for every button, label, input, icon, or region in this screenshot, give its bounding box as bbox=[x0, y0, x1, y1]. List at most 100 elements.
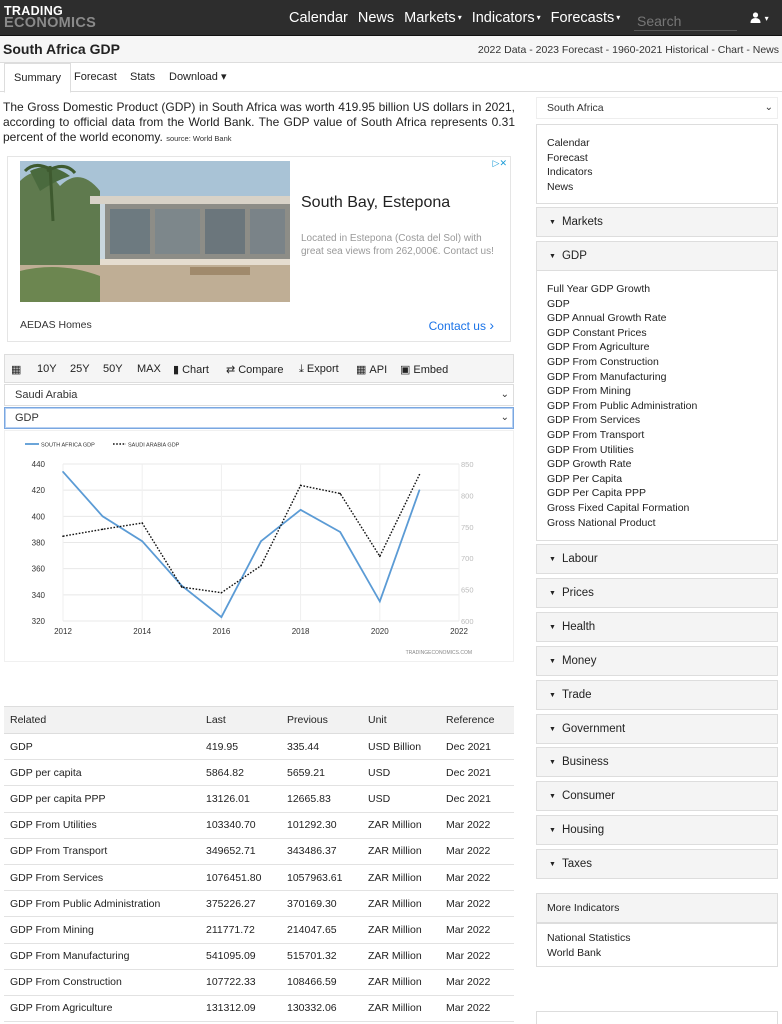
compare-button[interactable]: ⇄ Compare bbox=[226, 363, 283, 376]
sidebar-item-gross-national-product[interactable]: Gross National Product bbox=[537, 516, 777, 531]
gdp-chart[interactable]: 320 340 360 380 400 420 440 2012 2014 2016 2018 202… bbox=[4, 430, 514, 662]
nav-item-calendar[interactable]: Calendar bbox=[289, 10, 348, 26]
related-indicator-link[interactable]: GDP From Utilities bbox=[4, 812, 206, 839]
table-row[interactable]: GDP per capita 5864.82 5659.21 USD Dec 2021 bbox=[4, 759, 514, 787]
sidebar-category-government[interactable]: ▼ Government bbox=[536, 713, 778, 744]
sidebar-item-gdp-per-capita-ppp[interactable]: GDP Per Capita PPP bbox=[537, 486, 777, 501]
sidebar-category-money[interactable]: ▼ Money bbox=[536, 645, 778, 676]
more-link-world-bank[interactable]: World Bank bbox=[537, 946, 777, 961]
tab-download[interactable]: Download ▾ bbox=[160, 63, 236, 92]
table-row[interactable]: GDP per capita PPP 13126.01 12665.83 USD Dec… bbox=[4, 785, 514, 813]
sidebar-item-gdp-from-utilities[interactable]: GDP From Utilities bbox=[537, 443, 777, 458]
breadcrumb[interactable]: 2022 Data - 2023 Forecast - 1960-2021 Hi… bbox=[478, 44, 779, 56]
ad-title[interactable]: South Bay, Estepona bbox=[301, 194, 450, 212]
related-indicator-link[interactable]: GDP per capita bbox=[4, 759, 206, 787]
sidebar-link-indicators[interactable]: Indicators bbox=[537, 165, 777, 180]
related-indicator-link[interactable]: GDP bbox=[4, 733, 206, 761]
ad-image[interactable] bbox=[20, 161, 290, 302]
embed-button[interactable]: ▣ Embed bbox=[400, 363, 448, 376]
tab-summary[interactable]: Summary bbox=[4, 63, 72, 93]
calendar-icon[interactable]: ▦ bbox=[11, 363, 21, 376]
related-indicator-link[interactable]: GDP From Mining bbox=[4, 916, 206, 944]
user-menu[interactable]: ▾ bbox=[750, 10, 769, 25]
sidebar-item-gdp-annual-growth-rate[interactable]: GDP Annual Growth Rate bbox=[537, 311, 777, 326]
sidebar-item-gdp-per-capita[interactable]: GDP Per Capita bbox=[537, 472, 777, 487]
page-title: South Africa GDP bbox=[3, 41, 120, 57]
sidebar-category-label: Housing bbox=[561, 824, 605, 837]
table-row[interactable]: GDP From Agriculture 131312.09 130332.06 ZA… bbox=[4, 995, 514, 1023]
search-input[interactable] bbox=[634, 11, 737, 31]
sidebar-category-consumer[interactable]: ▼ Consumer bbox=[536, 781, 778, 812]
sidebar-item-gdp-from-manufacturing[interactable]: GDP From Manufacturing bbox=[537, 370, 777, 385]
sidebar-category-taxes[interactable]: ▼ Taxes bbox=[536, 849, 778, 880]
related-indicator-link[interactable]: GDP From Transport bbox=[4, 838, 206, 865]
sidebar-item-full-year-gdp-growth[interactable]: Full Year GDP Growth bbox=[537, 282, 777, 297]
sidebar-item-gross-fixed-capital-formation[interactable]: Gross Fixed Capital Formation bbox=[537, 501, 777, 516]
sidebar-category-labour[interactable]: ▼ Labour bbox=[536, 544, 778, 574]
sidebar-link-calendar[interactable]: Calendar bbox=[537, 136, 777, 151]
nav-item-forecasts[interactable]: Forecasts ▾ bbox=[551, 10, 621, 26]
compare-indicator-select[interactable]: GDP ⌄ bbox=[4, 407, 514, 429]
range-max-button[interactable]: MAX bbox=[137, 363, 161, 375]
sidebar-link-forecast[interactable]: Forecast bbox=[537, 151, 777, 166]
related-indicator-link[interactable]: GDP From Services bbox=[4, 864, 206, 892]
ad-contact-button[interactable]: Contact us › bbox=[429, 317, 494, 333]
table-row[interactable]: GDP 419.95 335.44 USD Billion Dec 2021 bbox=[4, 733, 514, 761]
related-indicator-link[interactable]: GDP From Public Administration bbox=[4, 890, 206, 918]
sidebar-link-news[interactable]: News bbox=[537, 180, 777, 195]
export-button[interactable]: ⤓ Export bbox=[299, 363, 339, 376]
compare-country-select[interactable]: Saudi Arabia ⌄ bbox=[4, 384, 514, 406]
column-header-reference: Reference bbox=[446, 706, 514, 734]
related-indicator-link[interactable]: GDP From Construction bbox=[4, 969, 206, 996]
source-link[interactable]: source: World Bank bbox=[166, 134, 231, 143]
sidebar-item-gdp-from-agriculture[interactable]: GDP From Agriculture bbox=[537, 340, 777, 355]
ad-brand[interactable]: AEDAS Homes bbox=[20, 319, 92, 331]
sidebar-item-gdp[interactable]: GDP bbox=[537, 297, 777, 312]
table-row[interactable]: GDP From Public Administration 375226.27 3… bbox=[4, 890, 514, 918]
tab-stats[interactable]: Stats bbox=[121, 63, 164, 92]
nav-item-label: Markets bbox=[404, 10, 456, 26]
table-row[interactable]: GDP From Services 1076451.80 1057963.61 ZAR… bbox=[4, 864, 514, 892]
sidebar-item-gdp-from-mining[interactable]: GDP From Mining bbox=[537, 384, 777, 399]
nav-item-markets[interactable]: Markets ▾ bbox=[404, 10, 462, 26]
table-row[interactable]: GDP From Manufacturing 541095.09 515701.32… bbox=[4, 943, 514, 970]
related-indicator-link[interactable]: GDP From Agriculture bbox=[4, 995, 206, 1023]
more-link-national-statistics[interactable]: National Statistics bbox=[537, 931, 777, 946]
related-indicator-link[interactable]: GDP per capita PPP bbox=[4, 785, 206, 813]
nav-item-news[interactable]: News bbox=[358, 10, 394, 26]
chart-type-button[interactable]: ▮ Chart bbox=[173, 363, 209, 376]
last-value: 541095.09 bbox=[206, 943, 287, 970]
sidebar-category-trade[interactable]: ▼ Trade bbox=[536, 679, 778, 710]
caret-down-icon: ▼ bbox=[549, 725, 556, 733]
advertisement[interactable]: South Bay, Estepona Located in Estepona … bbox=[7, 156, 511, 342]
table-row[interactable]: GDP From Utilities 103340.70 101292.30 ZAR … bbox=[4, 812, 514, 839]
sidebar-item-gdp-constant-prices[interactable]: GDP Constant Prices bbox=[537, 326, 777, 341]
adchoices-icon[interactable]: ▷✕ bbox=[493, 158, 507, 169]
related-indicator-link[interactable]: GDP From Manufacturing bbox=[4, 943, 206, 970]
sidebar-item-gdp-from-public-administration[interactable]: GDP From Public Administration bbox=[537, 399, 777, 414]
sidebar-category-gdp[interactable]: ▼ GDP bbox=[536, 241, 778, 271]
caret-down-icon: ▼ bbox=[549, 759, 556, 767]
nav-item-indicators[interactable]: Indicators ▾ bbox=[472, 10, 541, 26]
range-10y-button[interactable]: 10Y bbox=[37, 363, 57, 375]
table-row[interactable]: GDP From Mining 211771.72 214047.65 ZAR Mil… bbox=[4, 916, 514, 944]
range-50y-button[interactable]: 50Y bbox=[103, 363, 123, 375]
country-select[interactable]: South Africa ⌄ bbox=[536, 97, 778, 119]
table-row[interactable]: GDP From Construction 107722.33 108466.59 Z… bbox=[4, 969, 514, 996]
legend-label: SOUTH AFRICA GDP bbox=[41, 443, 95, 449]
tab-forecast[interactable]: Forecast bbox=[65, 63, 126, 92]
sidebar-category-markets[interactable]: ▼ Markets bbox=[536, 207, 778, 237]
sidebar-item-gdp-from-services[interactable]: GDP From Services bbox=[537, 413, 777, 428]
range-25y-button[interactable]: 25Y bbox=[70, 363, 90, 375]
site-logo[interactable]: TRADING ECONOMICS bbox=[4, 5, 96, 31]
sidebar-item-gdp-growth-rate[interactable]: GDP Growth Rate bbox=[537, 457, 777, 472]
x-tick-label: 2012 bbox=[54, 627, 72, 636]
table-row[interactable]: GDP From Transport 349652.71 343486.37 ZAR … bbox=[4, 838, 514, 865]
sidebar-item-gdp-from-transport[interactable]: GDP From Transport bbox=[537, 428, 777, 443]
sidebar-category-health[interactable]: ▼ Health bbox=[536, 611, 778, 642]
sidebar-category-prices[interactable]: ▼ Prices bbox=[536, 577, 778, 608]
sidebar-category-business[interactable]: ▼ Business bbox=[536, 747, 778, 778]
api-button[interactable]: ▦ API bbox=[356, 363, 387, 376]
sidebar-category-housing[interactable]: ▼ Housing bbox=[536, 815, 778, 846]
sidebar-item-gdp-from-construction[interactable]: GDP From Construction bbox=[537, 355, 777, 370]
